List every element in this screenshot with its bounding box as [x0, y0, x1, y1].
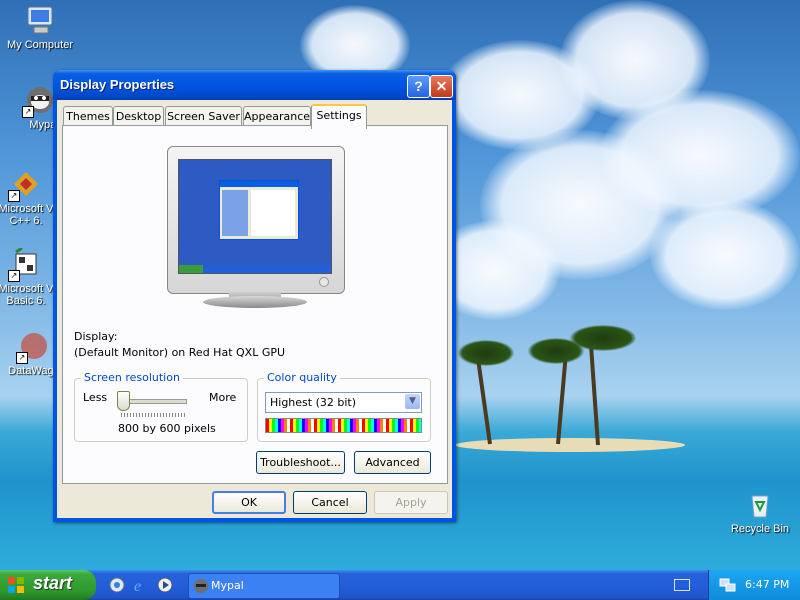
troubleshoot-button[interactable]: Troubleshoot...: [256, 451, 345, 474]
color-quality-preview-bar: [265, 418, 422, 433]
settings-panel: Display: (Default Monitor) on Red Hat QX…: [62, 125, 448, 484]
svg-text:e: e: [134, 578, 141, 594]
shortcut-arrow-icon: ↗: [22, 106, 34, 118]
desktop-icon-my-computer[interactable]: My Computer: [0, 4, 80, 51]
media-player-icon[interactable]: [156, 576, 174, 594]
shortcut-arrow-icon: ↗: [16, 352, 28, 364]
resolution-slider-thumb[interactable]: [117, 391, 130, 411]
clock[interactable]: 6:47 PM: [745, 578, 789, 591]
mypal-raccoon-icon: ↗: [22, 84, 56, 118]
ok-button[interactable]: OK: [212, 491, 286, 514]
shortcut-arrow-icon: ↗: [8, 270, 20, 282]
start-button[interactable]: start: [0, 570, 96, 600]
display-value: (Default Monitor) on Red Hat QXL GPU: [74, 346, 286, 359]
screen-resolution-group: Screen resolution Less More 800 by 600 p…: [74, 371, 248, 442]
color-quality-select[interactable]: Highest (32 bit) ▼: [265, 392, 422, 413]
internet-explorer-icon[interactable]: e: [132, 576, 150, 595]
tab-desktop[interactable]: Desktop: [113, 106, 164, 126]
desktop-icon-recycle-bin[interactable]: Recycle Bin: [720, 488, 800, 535]
tab-appearance[interactable]: Appearance: [243, 106, 311, 126]
window-title-bar[interactable]: Display Properties ? ✕: [53, 70, 456, 100]
resolution-slider-track[interactable]: [121, 399, 187, 404]
window-client-area: Themes Desktop Screen Saver Appearance S…: [57, 100, 452, 518]
close-button[interactable]: ✕: [430, 75, 453, 98]
datawago-icon: ↗: [16, 330, 50, 364]
desktop-icon-label: My Computer: [6, 39, 74, 51]
resolution-more-label: More: [209, 391, 237, 404]
taskbar: start e Mypal 6:47 PM: [0, 570, 800, 600]
visual-basic-icon: ↗: [8, 246, 42, 282]
display-label: Display:: [74, 330, 118, 343]
monitor-preview: [167, 146, 345, 294]
color-quality-title: Color quality: [264, 371, 340, 384]
start-label: start: [33, 573, 73, 593]
window-title: Display Properties: [60, 77, 175, 92]
visual-cpp-icon: ↗: [8, 168, 42, 202]
monitor-base: [203, 296, 307, 308]
color-quality-group: Color quality Highest (32 bit) ▼: [257, 371, 431, 442]
recycle-bin-icon: [744, 488, 776, 520]
computer-icon: [24, 4, 56, 36]
taskbar-item-mypal[interactable]: Mypal: [188, 573, 340, 599]
tab-themes[interactable]: Themes: [63, 106, 113, 126]
mypal-raccoon-icon: [194, 579, 208, 593]
advanced-button[interactable]: Advanced: [354, 451, 431, 474]
network-icon[interactable]: [719, 577, 737, 593]
display-properties-window: Display Properties ? ✕ Themes Desktop Sc…: [53, 70, 456, 522]
apply-button[interactable]: Apply: [374, 491, 448, 514]
shortcut-arrow-icon: ↗: [8, 190, 20, 202]
help-icon: ?: [414, 78, 423, 94]
resolution-value: 800 by 600 pixels: [118, 422, 216, 435]
color-quality-selected: Highest (32 bit): [270, 396, 357, 409]
keyboard-icon[interactable]: [674, 579, 690, 591]
tab-settings[interactable]: Settings: [311, 104, 367, 129]
cancel-button[interactable]: Cancel: [293, 491, 367, 514]
help-button[interactable]: ?: [407, 75, 430, 98]
tab-screen-saver[interactable]: Screen Saver: [165, 106, 242, 126]
windows-logo-icon: [8, 577, 24, 593]
chevron-down-icon[interactable]: ▼: [405, 394, 420, 409]
close-icon: ✕: [435, 78, 448, 94]
system-tray: 6:47 PM: [708, 570, 800, 600]
desktop-icon-label: Recycle Bin: [730, 523, 790, 535]
screen-resolution-title: Screen resolution: [81, 371, 183, 384]
monitor-preview-screen: [178, 159, 332, 274]
resolution-slider-ticks: [121, 413, 187, 417]
resolution-less-label: Less: [83, 391, 108, 404]
taskbar-item-label: Mypal: [211, 579, 244, 592]
power-button-icon: [319, 277, 329, 287]
quicklaunch-gear-icon[interactable]: [108, 576, 126, 594]
